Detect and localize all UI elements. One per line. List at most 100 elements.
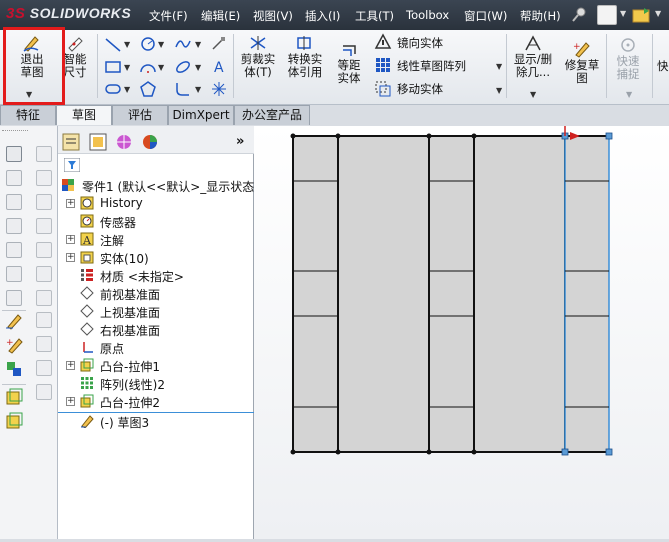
fillet-feature-icon[interactable] (6, 242, 22, 258)
chevron-down-icon[interactable]: ▼ (124, 85, 130, 94)
spline-icon[interactable] (174, 35, 192, 53)
expand-icon[interactable]: + (66, 397, 75, 406)
chevron-down-icon[interactable]: ▼ (26, 90, 32, 99)
tab-features[interactable]: 特征 (0, 105, 56, 125)
sketch-canvas[interactable] (254, 106, 669, 539)
sketch-point[interactable] (605, 448, 613, 456)
convert-entities-button[interactable]: 转换实体引用 (284, 34, 326, 79)
quick-snaps-button[interactable]: 快速捕捉 (609, 36, 647, 81)
expand-icon[interactable]: + (66, 253, 75, 262)
tab-evaluate[interactable]: 评估 (112, 105, 168, 125)
menu-toolbox[interactable]: Toolbox (406, 8, 449, 22)
sketch-point[interactable] (561, 448, 569, 456)
tree-item-sketch3[interactable]: (-) 草图3 (58, 413, 254, 431)
tab-sketch[interactable]: 草图 (56, 105, 112, 125)
rectangle-icon[interactable] (104, 58, 122, 76)
menu-edit[interactable]: 编辑(E) (201, 8, 240, 24)
tree-item-boss-extrude1[interactable]: + 凸台-拉伸1 (58, 357, 254, 375)
tree-item-front-plane[interactable]: 前视基准面 (58, 285, 254, 303)
grip-handle[interactable] (2, 130, 28, 134)
tree-item-right-plane[interactable]: 右视基准面 (58, 321, 254, 339)
filter-icon[interactable] (64, 158, 80, 172)
pin-icon[interactable] (570, 6, 588, 24)
expand-icon[interactable]: + (66, 235, 75, 244)
quick-view-label[interactable]: 快 (657, 58, 669, 74)
tree-item-origin[interactable]: 原点 (58, 339, 254, 357)
repair-sketch-icon[interactable]: + (5, 336, 23, 354)
tree-item-history[interactable]: + History (58, 195, 254, 213)
chevron-down-icon[interactable]: ▼ (195, 63, 201, 72)
instant3d-icon[interactable] (5, 388, 23, 406)
arc-icon[interactable] (139, 58, 157, 76)
swept-boss-icon[interactable] (6, 194, 22, 210)
solid-body[interactable] (473, 135, 566, 453)
menu-help[interactable]: 帮助(H) (520, 8, 561, 24)
mirror-feature-icon[interactable] (36, 360, 52, 376)
linear-pattern-label[interactable]: 线性草图阵列 (397, 58, 466, 74)
tree-item-annotations[interactable]: + A 注解 (58, 231, 254, 249)
chevron-down-icon[interactable]: ▼ (626, 90, 632, 99)
lofted-cut-icon[interactable] (36, 218, 52, 234)
mirror-icon[interactable] (374, 33, 392, 51)
chevron-down-icon[interactable]: ▼ (124, 40, 130, 49)
hole-wizard-icon[interactable] (36, 290, 52, 306)
display-delete-relations-button[interactable]: 显示/删除几... (509, 34, 557, 79)
extruded-cut-icon[interactable] (36, 146, 52, 162)
chevron-down-icon[interactable]: ▼ (195, 85, 201, 94)
tree-item-top-plane[interactable]: 上视基准面 (58, 303, 254, 321)
chevron-down-icon[interactable]: ▼ (195, 40, 201, 49)
revolved-cut-icon[interactable] (36, 170, 52, 186)
lofted-boss-icon[interactable] (6, 218, 22, 234)
text-icon[interactable]: A (210, 58, 228, 76)
sketch-pencil-icon[interactable] (5, 312, 23, 330)
chevron-down-icon[interactable]: ▼ (496, 86, 502, 95)
circle-icon[interactable] (139, 35, 157, 53)
point-icon[interactable] (210, 80, 228, 98)
rib-icon[interactable] (6, 266, 22, 282)
linear-pattern-icon[interactable] (374, 56, 392, 74)
move-entities-icon[interactable] (374, 80, 392, 98)
menu-file[interactable]: 文件(F) (149, 8, 188, 24)
linear-pattern-feature-icon[interactable] (36, 312, 52, 328)
swept-cut-icon[interactable] (36, 194, 52, 210)
offset-entities-button[interactable]: 等距实体 (330, 40, 368, 85)
sketch-point[interactable] (605, 132, 613, 140)
expand-panel-icon[interactable]: » (236, 134, 244, 149)
solid-body[interactable] (337, 135, 430, 453)
graphics-area[interactable] (254, 106, 669, 539)
tab-dimxpert[interactable]: DimXpert (168, 105, 234, 125)
tree-root-part[interactable]: 零件1 (默认<<默认>_显示状态 (58, 177, 254, 195)
tree-item-material[interactable]: 材质 <未指定> (58, 267, 254, 285)
smart-dimension-button[interactable]: 智能尺寸 (54, 34, 96, 79)
boss-base-icon[interactable] (5, 412, 23, 430)
revolved-boss-icon[interactable] (6, 170, 22, 186)
selected-sketch-profile[interactable] (561, 132, 613, 456)
new-document-icon[interactable] (597, 5, 617, 25)
dimension-icon[interactable] (210, 35, 228, 53)
fillet-icon[interactable] (174, 80, 192, 98)
menu-insert[interactable]: 插入(I) (305, 8, 340, 24)
configuration-manager-tab-icon[interactable] (115, 133, 133, 151)
expand-icon[interactable]: + (66, 361, 75, 370)
feature-manager-tab-icon[interactable] (62, 133, 80, 151)
display-manager-tab-icon[interactable] (141, 133, 159, 151)
chevron-down-icon[interactable]: ▼ (496, 62, 502, 71)
shell-icon[interactable] (36, 266, 52, 282)
tab-office-products[interactable]: 办公室产品 (234, 105, 310, 125)
chevron-down-icon[interactable]: ▼ (530, 90, 536, 99)
extruded-boss-icon[interactable] (6, 146, 22, 162)
ellipse-icon[interactable] (174, 58, 192, 76)
tree-item-linear-pattern2[interactable]: 阵列(线性)2 (58, 375, 254, 393)
mirror-entities-label[interactable]: 镜向实体 (397, 35, 443, 51)
open-folder-icon[interactable] (632, 6, 652, 24)
menu-tools[interactable]: 工具(T) (355, 8, 394, 24)
solid-body[interactable] (428, 135, 475, 453)
menu-view[interactable]: 视图(V) (253, 8, 293, 24)
tree-item-solid-bodies[interactable]: + 实体(10) (58, 249, 254, 267)
polygon-icon[interactable] (139, 80, 157, 98)
slot-icon[interactable] (104, 80, 122, 98)
curves-icon[interactable] (36, 384, 52, 400)
chamfer-icon[interactable] (36, 242, 52, 258)
expand-icon[interactable]: + (66, 199, 75, 208)
chevron-down-icon[interactable]: ▼ (158, 40, 164, 49)
